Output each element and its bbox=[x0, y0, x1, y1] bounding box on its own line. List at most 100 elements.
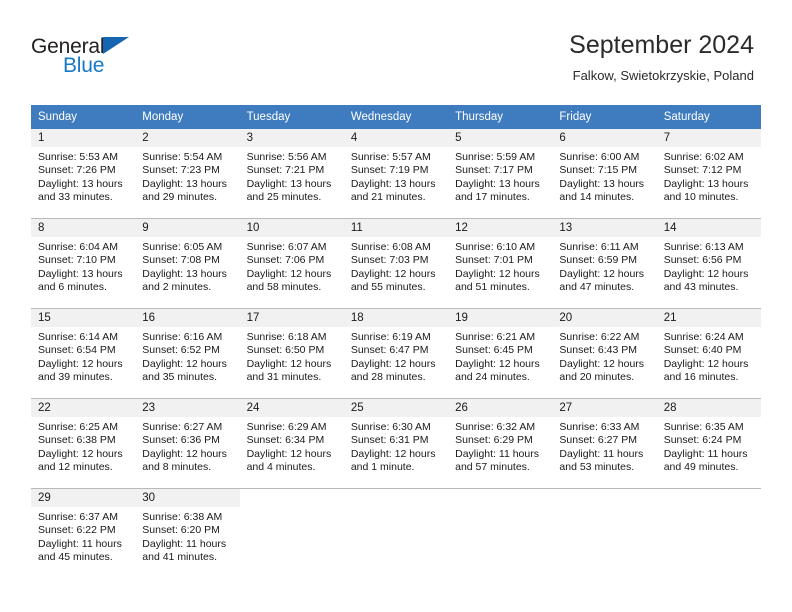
day-details: Sunrise: 6:35 AM Sunset: 6:24 PM Daylight:… bbox=[657, 417, 761, 475]
day-detail-line: and 35 minutes. bbox=[142, 371, 217, 384]
day-cell[interactable]: 28 Sunrise: 6:35 AM Sunset: 6:24 PM Dayligh… bbox=[656, 399, 761, 488]
day-detail-line: Sunrise: 6:14 AM bbox=[38, 331, 118, 343]
day-cell[interactable]: 30 Sunrise: 6:38 AM Sunset: 6:20 PM Dayligh… bbox=[135, 489, 240, 578]
day-cell[interactable]: 9 Sunrise: 6:05 AM Sunset: 7:08 PM Daylight… bbox=[135, 219, 240, 308]
day-number: 4 bbox=[343, 129, 449, 147]
day-detail-line: Daylight: 11 hours bbox=[142, 537, 227, 550]
day-cell[interactable]: 27 Sunrise: 6:33 AM Sunset: 6:27 PM Dayligh… bbox=[552, 399, 657, 488]
day-number bbox=[239, 489, 344, 507]
day-number: 6 bbox=[552, 129, 657, 147]
day-cell[interactable]: 4 Sunrise: 5:57 AM Sunset: 7:19 PM Daylight… bbox=[343, 129, 449, 218]
day-details: Sunrise: 6:32 AM Sunset: 6:29 PM Daylight:… bbox=[448, 417, 552, 475]
day-detail-line: Sunrise: 6:38 AM bbox=[142, 511, 223, 523]
day-cell[interactable]: 11 Sunrise: 6:08 AM Sunset: 7:03 PM Dayligh… bbox=[343, 219, 449, 308]
day-cell[interactable]: 29 Sunrise: 6:37 AM Sunset: 6:22 PM Dayligh… bbox=[31, 489, 136, 578]
day-detail-line: and 47 minutes. bbox=[559, 281, 635, 294]
day-detail-line: Sunset: 7:19 PM bbox=[350, 164, 429, 177]
day-detail-line: Sunrise: 6:04 AM bbox=[38, 241, 118, 253]
day-detail-line: Sunrise: 5:59 AM bbox=[455, 151, 536, 163]
day-cell[interactable]: 12 Sunrise: 6:10 AM Sunset: 7:01 PM Dayligh… bbox=[448, 219, 553, 308]
day-cell[interactable]: 5 Sunrise: 5:59 AM Sunset: 7:17 PM Daylight… bbox=[448, 129, 553, 218]
day-detail-line: Sunset: 6:52 PM bbox=[142, 344, 220, 357]
day-number: 21 bbox=[656, 309, 761, 327]
day-detail-line: Daylight: 12 hours bbox=[663, 357, 749, 370]
day-cell[interactable]: 2 Sunrise: 5:54 AM Sunset: 7:23 PM Daylight… bbox=[135, 129, 240, 218]
day-details: Sunrise: 6:00 AM Sunset: 7:15 PM Daylight:… bbox=[552, 147, 656, 205]
day-detail-line: Sunrise: 6:37 AM bbox=[38, 511, 118, 523]
day-cell[interactable]: 16 Sunrise: 6:16 AM Sunset: 6:52 PM Dayligh… bbox=[135, 309, 240, 398]
day-detail-line: Sunset: 6:56 PM bbox=[663, 254, 742, 267]
day-number: 13 bbox=[552, 219, 657, 237]
day-detail-line: Sunrise: 6:29 AM bbox=[246, 421, 327, 433]
day-cell[interactable]: 18 Sunrise: 6:19 AM Sunset: 6:47 PM Dayligh… bbox=[343, 309, 449, 398]
day-details: Sunrise: 6:21 AM Sunset: 6:45 PM Daylight:… bbox=[448, 327, 552, 385]
day-cell[interactable]: 26 Sunrise: 6:32 AM Sunset: 6:29 PM Dayligh… bbox=[448, 399, 553, 488]
day-cell[interactable]: 19 Sunrise: 6:21 AM Sunset: 6:45 PM Dayligh… bbox=[448, 309, 553, 398]
weekday-header-saturday: Saturday bbox=[663, 111, 710, 123]
day-detail-line: Sunrise: 6:16 AM bbox=[142, 331, 223, 343]
day-detail-line: Daylight: 13 hours bbox=[246, 177, 332, 190]
day-cell[interactable]: 24 Sunrise: 6:29 AM Sunset: 6:34 PM Dayligh… bbox=[239, 399, 344, 488]
day-number bbox=[448, 489, 553, 507]
day-number: 20 bbox=[552, 309, 657, 327]
day-details: Sunrise: 5:53 AM Sunset: 7:26 PM Daylight:… bbox=[31, 147, 135, 205]
day-details: Sunrise: 5:59 AM Sunset: 7:17 PM Daylight:… bbox=[448, 147, 552, 205]
calendar-grid: Sunday Monday Tuesday Wednesday Thursday Frid… bbox=[31, 105, 761, 578]
day-cell[interactable]: 25 Sunrise: 6:30 AM Sunset: 6:31 PM Dayligh… bbox=[343, 399, 449, 488]
day-number: 12 bbox=[448, 219, 553, 237]
day-detail-line: Sunrise: 5:54 AM bbox=[142, 151, 223, 163]
day-cell[interactable]: 14 Sunrise: 6:13 AM Sunset: 6:56 PM Dayligh… bbox=[656, 219, 761, 308]
day-detail-line: Sunset: 7:10 PM bbox=[38, 254, 116, 267]
day-cell[interactable]: 17 Sunrise: 6:18 AM Sunset: 6:50 PM Dayligh… bbox=[239, 309, 344, 398]
page-header: General Blue September 2024 Falkow, Swie… bbox=[0, 0, 792, 100]
day-detail-line: and 55 minutes. bbox=[350, 281, 426, 294]
day-detail-line: Daylight: 12 hours bbox=[350, 357, 436, 370]
day-detail-line: Sunrise: 6:30 AM bbox=[350, 421, 431, 433]
day-detail-line: Sunrise: 5:56 AM bbox=[246, 151, 327, 163]
calendar-week-row: 8 Sunrise: 6:04 AM Sunset: 7:10 PM Daylight… bbox=[31, 218, 761, 308]
day-details: Sunrise: 5:56 AM Sunset: 7:21 PM Daylight:… bbox=[240, 147, 344, 205]
day-cell[interactable]: 10 Sunrise: 6:07 AM Sunset: 7:06 PM Dayligh… bbox=[239, 219, 344, 308]
day-cell[interactable]: 1 Sunrise: 5:53 AM Sunset: 7:26 PM Daylight… bbox=[31, 129, 136, 218]
day-details: Sunrise: 6:04 AM Sunset: 7:10 PM Daylight:… bbox=[31, 237, 135, 295]
day-cell[interactable]: 8 Sunrise: 6:04 AM Sunset: 7:10 PM Daylight… bbox=[31, 219, 136, 308]
day-details: Sunrise: 6:05 AM Sunset: 7:08 PM Daylight:… bbox=[135, 237, 239, 295]
day-detail-line: and 45 minutes. bbox=[38, 551, 113, 564]
day-detail-line: Sunset: 6:27 PM bbox=[559, 434, 638, 447]
day-detail-line: Daylight: 12 hours bbox=[350, 267, 436, 280]
day-details: Sunrise: 6:13 AM Sunset: 6:56 PM Daylight:… bbox=[657, 237, 761, 295]
day-number bbox=[343, 489, 449, 507]
day-cell[interactable]: 7 Sunrise: 6:02 AM Sunset: 7:12 PM Daylight… bbox=[656, 129, 761, 218]
day-detail-line: Sunset: 7:03 PM bbox=[350, 254, 429, 267]
day-detail-line: Sunset: 6:54 PM bbox=[38, 344, 116, 357]
day-cell[interactable]: 22 Sunrise: 6:25 AM Sunset: 6:38 PM Dayligh… bbox=[31, 399, 136, 488]
day-detail-line: Sunset: 6:40 PM bbox=[663, 344, 742, 357]
day-detail-line: and 14 minutes. bbox=[559, 191, 635, 204]
day-details: Sunrise: 6:37 AM Sunset: 6:22 PM Daylight:… bbox=[31, 507, 135, 565]
day-number: 14 bbox=[656, 219, 761, 237]
day-cell[interactable]: 21 Sunrise: 6:24 AM Sunset: 6:40 PM Dayligh… bbox=[656, 309, 761, 398]
day-cell[interactable]: 20 Sunrise: 6:22 AM Sunset: 6:43 PM Dayligh… bbox=[552, 309, 657, 398]
day-detail-line: Sunrise: 6:27 AM bbox=[142, 421, 223, 433]
day-detail-line: and 28 minutes. bbox=[350, 371, 426, 384]
day-cell[interactable]: 15 Sunrise: 6:14 AM Sunset: 6:54 PM Dayligh… bbox=[31, 309, 136, 398]
day-number: 28 bbox=[656, 399, 761, 417]
day-detail-line: Sunrise: 6:18 AM bbox=[246, 331, 327, 343]
day-number: 29 bbox=[31, 489, 136, 507]
day-number: 16 bbox=[135, 309, 240, 327]
day-details: Sunrise: 6:07 AM Sunset: 7:06 PM Daylight:… bbox=[240, 237, 344, 295]
day-details: Sunrise: 6:29 AM Sunset: 6:34 PM Daylight:… bbox=[240, 417, 344, 475]
day-number: 1 bbox=[31, 129, 136, 147]
day-number: 18 bbox=[343, 309, 449, 327]
brand-logo[interactable]: General Blue bbox=[31, 36, 211, 84]
day-detail-line: Sunrise: 6:13 AM bbox=[663, 241, 744, 253]
day-number: 15 bbox=[31, 309, 136, 327]
day-cell[interactable]: 3 Sunrise: 5:56 AM Sunset: 7:21 PM Daylight… bbox=[239, 129, 344, 218]
day-detail-line: Sunset: 6:24 PM bbox=[663, 434, 742, 447]
calendar-week-row: 22 Sunrise: 6:25 AM Sunset: 6:38 PM Dayligh… bbox=[31, 398, 761, 488]
day-cell[interactable]: 13 Sunrise: 6:11 AM Sunset: 6:59 PM Dayligh… bbox=[552, 219, 657, 308]
day-cell[interactable]: 23 Sunrise: 6:27 AM Sunset: 6:36 PM Dayligh… bbox=[135, 399, 240, 488]
day-detail-line: Sunset: 7:21 PM bbox=[246, 164, 325, 177]
day-cell[interactable]: 6 Sunrise: 6:00 AM Sunset: 7:15 PM Daylight… bbox=[552, 129, 657, 218]
day-detail-line: Daylight: 12 hours bbox=[142, 357, 227, 370]
